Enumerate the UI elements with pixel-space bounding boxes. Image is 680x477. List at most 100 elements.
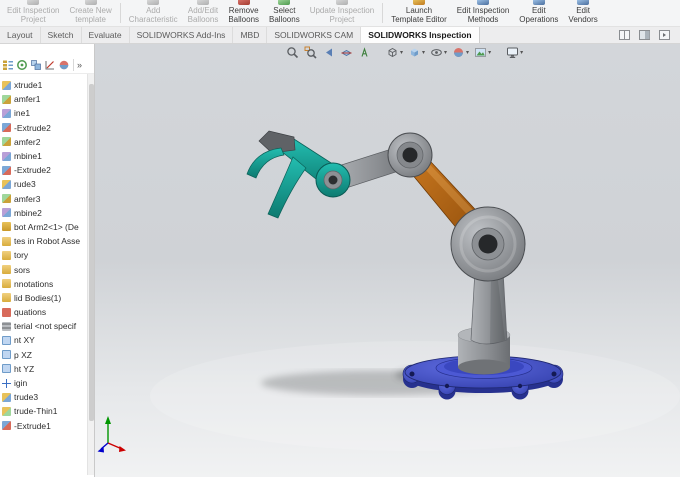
- triad-z-arrow: [97, 446, 104, 453]
- zoom-area-icon[interactable]: [303, 45, 318, 60]
- boss-extrude-icon: [2, 179, 11, 189]
- tab-solidworks-add-ins[interactable]: SOLIDWORKS Add-Ins: [130, 27, 234, 43]
- panel-scrollbar[interactable]: [87, 74, 94, 475]
- edit-inspection-project-button[interactable]: Edit Inspection Project: [2, 0, 64, 26]
- collapse-pane-icon[interactable]: [659, 30, 670, 40]
- tree-item[interactable]: nnotations: [0, 277, 86, 291]
- dropdown-arrow-icon: ▾: [466, 50, 470, 56]
- add-edit-balloons-button[interactable]: Add/Edit Balloons: [183, 0, 224, 26]
- cut-extrude-icon: [2, 421, 11, 431]
- tree-item[interactable]: -Extrude2: [0, 121, 86, 135]
- robot-elbow-joint[interactable]: [387, 132, 433, 178]
- robot-shoulder-joint[interactable]: [450, 206, 526, 282]
- launch-template-editor-button[interactable]: Launch Template Editor: [386, 0, 452, 26]
- tree-item[interactable]: igin: [0, 376, 86, 390]
- command-manager-tab-bar: Layout Sketch Evaluate SOLIDWORKS Add-In…: [0, 27, 680, 44]
- configurationmanager-icon[interactable]: [30, 59, 42, 71]
- tree-item-label: lid Bodies(1): [14, 292, 62, 303]
- apply-scene-icon[interactable]: ▾: [473, 45, 492, 60]
- section-view-icon[interactable]: [339, 45, 354, 60]
- edit-operations-icon: [532, 0, 545, 5]
- chamfer-icon: [2, 137, 11, 147]
- tree-item[interactable]: lid Bodies(1): [0, 291, 86, 305]
- tree-item[interactable]: amfer3: [0, 192, 86, 206]
- viewport-3d[interactable]: ▾ ▾ ▾ ▾ ▾ ▾: [95, 44, 680, 477]
- main-content: » xtrude1 amfer1 ine1 -Extrude2 amfer2 m…: [0, 44, 680, 477]
- edit-inspection-methods-button[interactable]: Edit Inspection Methods: [452, 0, 514, 26]
- tree-item-label: igin: [14, 378, 28, 389]
- tree-item[interactable]: trude3: [0, 390, 86, 404]
- tab-evaluate[interactable]: Evaluate: [82, 27, 130, 43]
- remove-balloons-button[interactable]: Remove Balloons: [223, 0, 264, 26]
- displaymanager-icon[interactable]: [58, 59, 70, 71]
- ribbon-label: Vendors: [568, 15, 598, 24]
- ribbon-label: Add/Edit: [187, 6, 219, 15]
- tree-item[interactable]: terial <not specif: [0, 319, 86, 333]
- tree-item[interactable]: amfer2: [0, 135, 86, 149]
- ribbon-label: Balloons: [228, 15, 260, 24]
- edit-vendors-icon: [577, 0, 590, 5]
- tree-item[interactable]: sors: [0, 262, 86, 276]
- tab-solidworks-inspection[interactable]: SOLIDWORKS Inspection: [361, 27, 480, 43]
- annotations-folder-icon: [2, 279, 11, 289]
- dimxpertmanager-icon[interactable]: [44, 59, 56, 71]
- dropdown-arrow-icon: ▾: [520, 50, 524, 56]
- display-style-icon[interactable]: ▾: [407, 45, 426, 60]
- zoom-fit-icon[interactable]: [285, 45, 300, 60]
- robot-arm-model[interactable]: [95, 44, 680, 477]
- featuremanager-tree-icon[interactable]: [2, 59, 14, 71]
- tab-sketch[interactable]: Sketch: [41, 27, 82, 43]
- create-new-template-icon: [84, 0, 97, 5]
- tree-item[interactable]: tory: [0, 248, 86, 262]
- orientation-triad[interactable]: [97, 416, 127, 453]
- edit-vendors-button[interactable]: Edit Vendors: [563, 0, 602, 26]
- plane-icon: [2, 364, 11, 374]
- tree-item[interactable]: trude-Thin1: [0, 404, 86, 418]
- tree-item[interactable]: amfer1: [0, 92, 86, 106]
- tree-item[interactable]: -Extrude1: [0, 419, 86, 433]
- tab-mbd[interactable]: MBD: [233, 27, 268, 43]
- split-pane-icon[interactable]: [619, 30, 630, 40]
- view-orientation-icon[interactable]: ▾: [385, 45, 404, 60]
- tree-item[interactable]: -Extrude2: [0, 163, 86, 177]
- tab-solidworks-cam[interactable]: SOLIDWORKS CAM: [267, 27, 362, 43]
- display-pane-icon[interactable]: [639, 30, 650, 40]
- tree-item[interactable]: tes in Robot Asse: [0, 234, 86, 248]
- tree-item-label: -Extrude1: [14, 420, 51, 431]
- tree-item[interactable]: xtrude1: [0, 78, 86, 92]
- tree-item[interactable]: ht YZ: [0, 362, 86, 376]
- panel-overflow-chevron-icon[interactable]: »: [77, 59, 82, 71]
- update-inspection-project-button[interactable]: Update Inspection Project: [305, 0, 380, 26]
- tree-item-label: xtrude1: [14, 80, 43, 91]
- tree-item[interactable]: bot Arm2<1> (De: [0, 220, 86, 234]
- add-characteristic-icon: [147, 0, 160, 5]
- edit-operations-button[interactable]: Edit Operations: [514, 0, 563, 26]
- robot-wrist-joint[interactable]: [315, 162, 351, 198]
- panel-scrollbar-thumb[interactable]: [89, 84, 94, 421]
- tree-item-label: nnotations: [14, 278, 54, 289]
- edit-appearance-icon[interactable]: ▾: [451, 45, 470, 60]
- tree-item[interactable]: mbine2: [0, 206, 86, 220]
- propertymanager-icon[interactable]: [16, 59, 28, 71]
- previous-view-icon[interactable]: [321, 45, 336, 60]
- hide-show-items-icon[interactable]: ▾: [429, 45, 448, 60]
- view-settings-icon[interactable]: ▾: [505, 45, 524, 60]
- ribbon-label: Template Editor: [391, 15, 447, 24]
- tree-item[interactable]: mbine1: [0, 149, 86, 163]
- create-new-template-button[interactable]: Create New template: [64, 0, 116, 26]
- feature-manager-panel: » xtrude1 amfer1 ine1 -Extrude2 amfer2 m…: [0, 44, 95, 477]
- tree-item-label: amfer2: [14, 136, 41, 147]
- tree-item[interactable]: ine1: [0, 106, 86, 120]
- ribbon-label: Select: [273, 6, 296, 15]
- add-characteristic-button[interactable]: Add Characteristic: [124, 0, 183, 26]
- gripper-lower-claw: [267, 156, 307, 219]
- tree-item[interactable]: quations: [0, 305, 86, 319]
- select-balloons-button[interactable]: Select Balloons: [264, 0, 305, 26]
- tab-layout[interactable]: Layout: [0, 27, 41, 43]
- ribbon-label: Balloons: [187, 15, 219, 24]
- tree-item[interactable]: p XZ: [0, 348, 86, 362]
- tree-item[interactable]: rude3: [0, 177, 86, 191]
- tree-item[interactable]: nt XY: [0, 333, 86, 347]
- mates-folder-icon: [2, 236, 11, 246]
- annotation-view-icon[interactable]: [357, 45, 372, 60]
